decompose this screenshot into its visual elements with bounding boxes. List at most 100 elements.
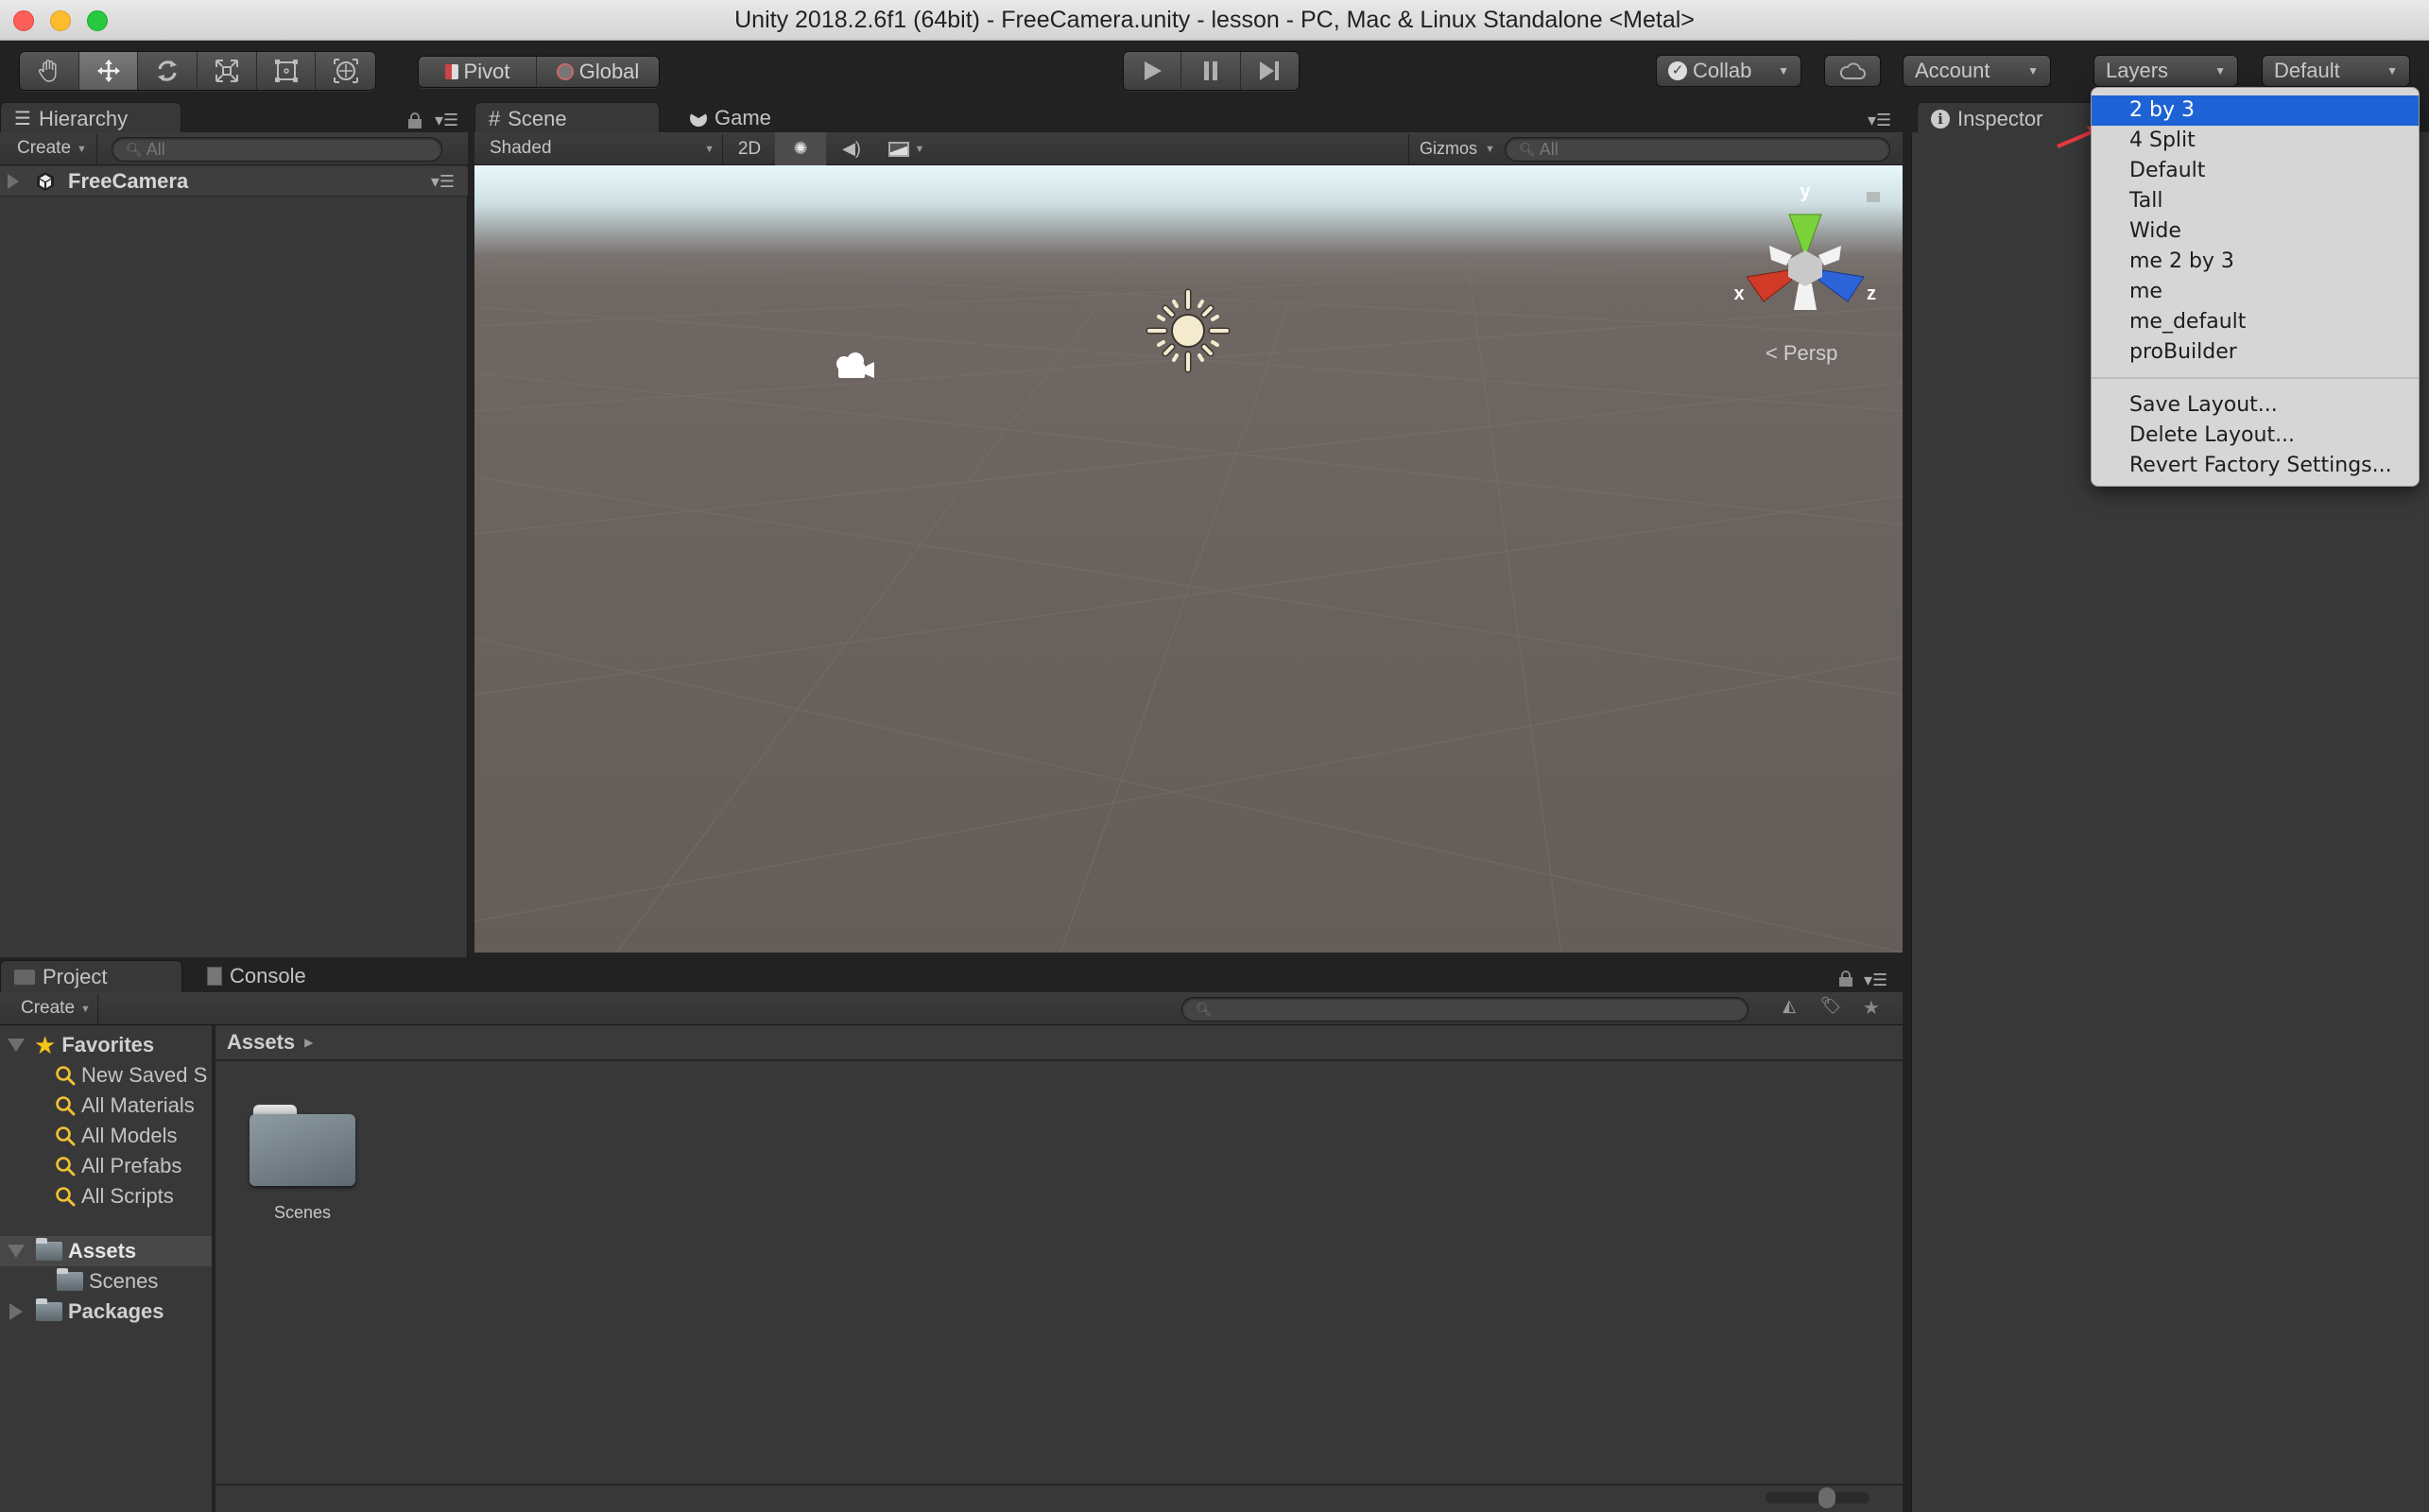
panel-menu-icon[interactable]: ▾☰ <box>1868 111 1891 130</box>
pivot-toggle[interactable]: Pivot <box>419 57 538 87</box>
favorite-item[interactable]: All Models <box>55 1121 177 1151</box>
2d-toggle[interactable]: 2D <box>726 132 773 165</box>
hierarchy-scene-row[interactable]: FreeCamera ▾☰ <box>0 167 468 197</box>
rect-tool-button[interactable] <box>257 52 317 90</box>
tab-hierarchy[interactable]: ☰ Hierarchy <box>0 102 181 134</box>
expand-arrow-icon[interactable] <box>9 1303 23 1320</box>
menu-item-action[interactable]: Save Layout... <box>2092 390 2419 421</box>
chevron-down-icon: ▼ <box>1778 64 1789 77</box>
layout-dropdown[interactable]: Default ▼ <box>2262 55 2410 87</box>
scene-search-input[interactable]: 🔍︎ All <box>1505 137 1890 162</box>
hierarchy-item-freecamera[interactable]: FreeCamera <box>68 169 188 194</box>
draw-mode-dropdown[interactable]: Shaded ▼ <box>490 138 715 161</box>
scene-toolbar: Shaded ▼ 2D ✺ ◀) ▼ Gizmos ▼ 🔍︎ All <box>474 132 1903 165</box>
panel-menu-icon[interactable]: ▾☰ <box>1864 971 1887 990</box>
hierarchy-search-input[interactable]: 🔍︎ All <box>112 137 442 162</box>
tab-console[interactable]: Console <box>194 960 345 992</box>
tree-node-scenes[interactable]: Scenes <box>57 1266 158 1297</box>
collab-dropdown[interactable]: ✓ Collab ▼ <box>1656 55 1801 87</box>
menu-item-layout[interactable]: 2 by 3 <box>2092 95 2419 126</box>
asset-item-scenes[interactable]: Scenes <box>250 1101 355 1222</box>
global-toggle[interactable]: Global <box>537 57 659 87</box>
hierarchy-create-button[interactable]: Create ▼ <box>17 138 87 161</box>
project-create-button[interactable]: Create ▼ <box>21 998 91 1021</box>
expand-arrow-icon[interactable] <box>8 174 19 189</box>
tree-node-packages[interactable]: Packages <box>8 1297 164 1327</box>
search-icon: 🔍︎ <box>1196 1001 1213 1017</box>
step-button[interactable] <box>1241 52 1299 90</box>
camera-icon[interactable] <box>834 350 877 382</box>
menu-item-layout[interactable]: me_default <box>2092 307 2419 337</box>
menu-item-layout[interactable]: proBuilder <box>2092 337 2419 368</box>
collab-label: Collab <box>1693 59 1752 82</box>
favorite-item[interactable]: All Materials <box>55 1091 195 1121</box>
tab-scene[interactable]: # Scene <box>474 102 660 134</box>
game-tab-label: Game <box>715 106 771 129</box>
tab-game[interactable]: Game <box>677 102 818 134</box>
scene-effects-dropdown[interactable]: ▼ <box>879 132 934 165</box>
move-tool-button[interactable] <box>78 52 139 90</box>
favorite-item[interactable]: New Saved S <box>55 1060 207 1091</box>
gizmo-z-axis[interactable] <box>1816 268 1865 302</box>
account-dropdown[interactable]: Account ▼ <box>1903 55 2051 87</box>
folder-icon <box>250 1101 355 1186</box>
menu-item-action[interactable]: Revert Factory Settings... <box>2092 451 2419 481</box>
cloud-button[interactable] <box>1824 55 1881 87</box>
menu-item-layout[interactable]: Wide <box>2092 216 2419 247</box>
rotate-tool-button[interactable] <box>138 52 198 90</box>
project-search-input[interactable]: 🔍︎ <box>1181 997 1749 1022</box>
orientation-gizmo[interactable]: y x z < Persp <box>1701 165 1903 383</box>
icon-size-slider[interactable] <box>1766 1487 1869 1508</box>
gizmo-neg-y[interactable] <box>1794 284 1817 310</box>
scale-tool-button[interactable] <box>198 52 257 90</box>
image-effects-icon <box>887 141 909 157</box>
lock-icon[interactable] <box>408 112 422 129</box>
gizmo-x-label: x <box>1733 284 1744 304</box>
directional-light-icon[interactable] <box>1146 288 1231 373</box>
scene-menu-icon[interactable]: ▾☰ <box>431 172 455 192</box>
search-icon: 🔍︎ <box>1519 141 1536 157</box>
menu-item-layout[interactable]: me <box>2092 277 2419 307</box>
menu-item-layout[interactable]: 4 Split <box>2092 126 2419 156</box>
gizmo-x-axis[interactable] <box>1746 268 1795 302</box>
play-button[interactable] <box>1124 52 1182 90</box>
panel-menu-icon[interactable]: ▾☰ <box>435 111 458 130</box>
slider-handle[interactable] <box>1818 1487 1835 1508</box>
menu-item-layout[interactable]: me 2 by 3 <box>2092 247 2419 277</box>
favorite-item[interactable]: All Scripts <box>55 1181 174 1211</box>
breadcrumb-assets[interactable]: Assets <box>227 1030 295 1055</box>
lock-icon[interactable] <box>1839 971 1852 987</box>
favorites-node[interactable]: ★ Favorites <box>8 1030 154 1060</box>
scene-audio-toggle[interactable]: ◀) <box>828 132 875 165</box>
rotate-icon <box>158 60 178 81</box>
favorite-label: All Prefabs <box>81 1154 182 1177</box>
saved-search-icon <box>56 1187 76 1207</box>
menu-item-layout[interactable]: Tall <box>2092 186 2419 216</box>
chevron-down-icon: ▼ <box>2214 64 2226 77</box>
transform-tool-button[interactable] <box>316 52 375 90</box>
projection-label: Persp <box>1783 341 1838 365</box>
save-search-star-icon[interactable]: ★ <box>1857 996 1886 1022</box>
menu-item-action[interactable]: Delete Layout... <box>2092 421 2419 451</box>
scene-lighting-toggle[interactable]: ✺ <box>775 132 826 165</box>
gizmo-lock-icon[interactable] <box>1867 192 1880 202</box>
window-title-bar: Unity 2018.2.6f1 (64bit) - FreeCamera.un… <box>0 0 2429 41</box>
tree-node-assets[interactable]: Assets <box>8 1236 136 1266</box>
pause-button[interactable] <box>1181 52 1241 90</box>
favorite-item[interactable]: All Prefabs <box>55 1151 181 1181</box>
layers-dropdown[interactable]: Layers ▼ <box>2093 55 2238 87</box>
layers-label: Layers <box>2106 59 2169 82</box>
gizmo-y-axis[interactable] <box>1788 214 1822 253</box>
search-by-type-icon[interactable]: ◭ <box>1775 996 1803 1022</box>
tab-project[interactable]: Project <box>0 960 182 992</box>
menu-item-layout[interactable]: Default <box>2092 156 2419 186</box>
collapse-arrow-icon[interactable] <box>8 1245 25 1258</box>
hand-tool-button[interactable] <box>20 52 79 90</box>
gizmo-center-cube[interactable] <box>1788 250 1822 286</box>
collapse-arrow-icon[interactable] <box>8 1039 25 1052</box>
search-by-label-icon[interactable]: 🏷︎ <box>1817 996 1845 1022</box>
gizmos-dropdown[interactable]: Gizmos ▼ <box>1420 139 1495 160</box>
scene-viewport[interactable]: y x z < Persp <box>474 165 1903 953</box>
projection-toggle[interactable]: < Persp <box>1766 341 1837 366</box>
menu-separator <box>2092 377 2419 379</box>
